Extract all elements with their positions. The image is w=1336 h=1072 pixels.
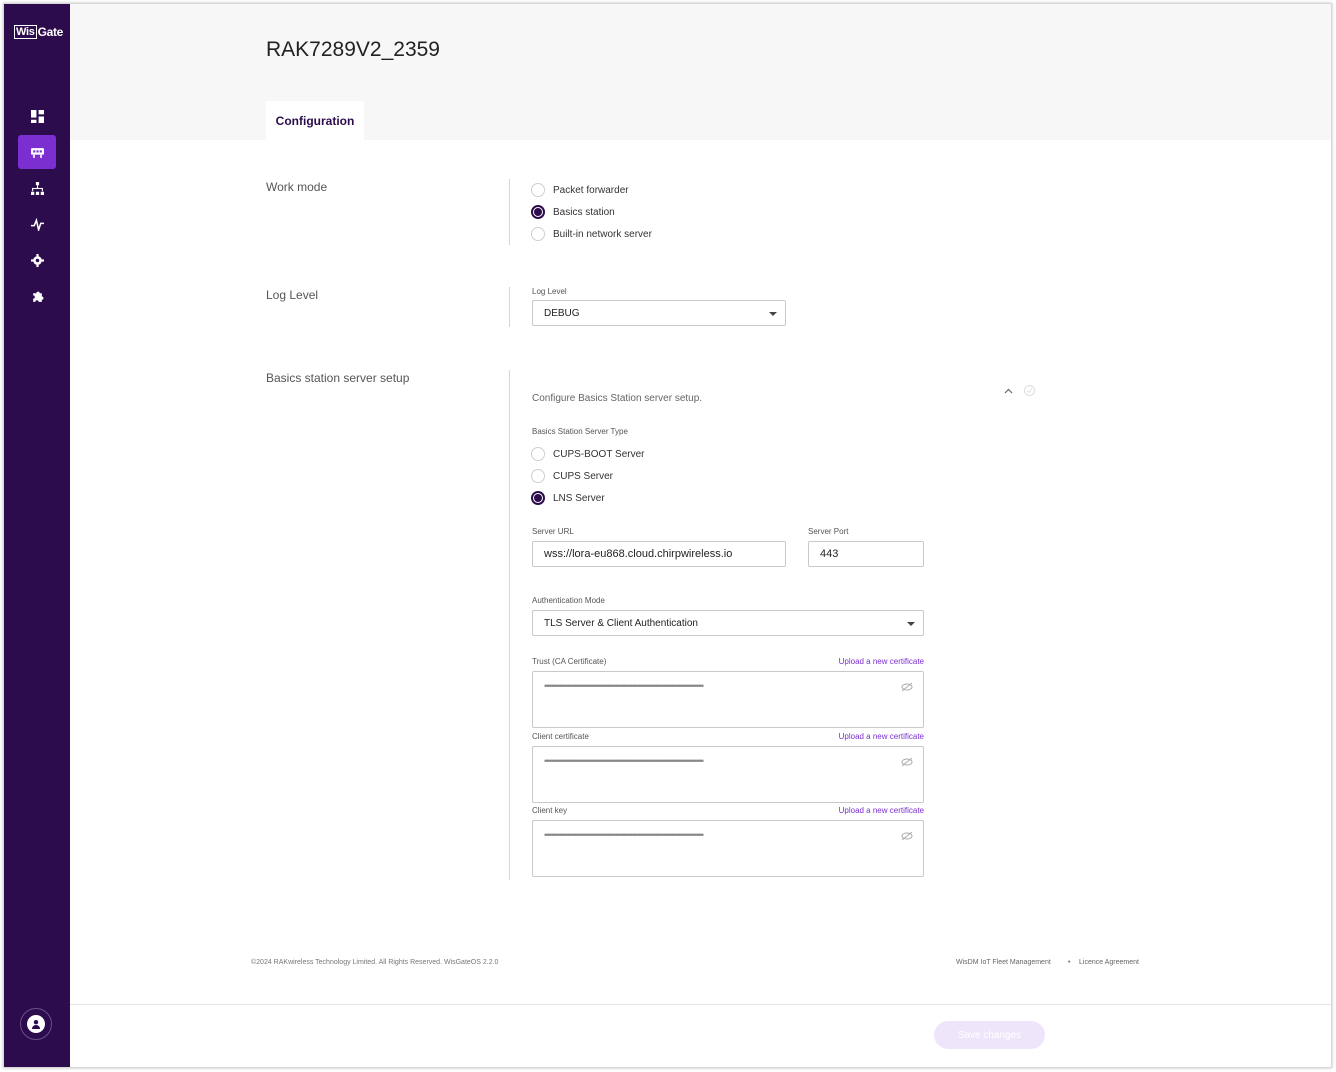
page-header: RAK7289V2_2359 Configuration [70, 4, 1331, 140]
server-url-value: wss://lora-eu868.cloud.chirpwireless.io [544, 548, 733, 560]
log-level-field-label: Log Level [532, 287, 567, 296]
basics-station-section-label: Basics station server setup [266, 371, 410, 385]
radio-circle[interactable] [531, 469, 545, 483]
nav-activity[interactable] [18, 207, 56, 241]
nav-extensions[interactable] [18, 279, 56, 313]
user-avatar[interactable] [20, 1008, 52, 1040]
masked-value: ••••••••••••••••••••••••••••••••••••••••… [544, 681, 704, 691]
radio-label: Built-in network server [553, 228, 652, 240]
user-icon [27, 1015, 45, 1033]
log-level-value: DEBUG [544, 307, 580, 319]
chevron-down-icon [769, 312, 777, 316]
upload-trust-link[interactable]: Upload a new certificate [804, 657, 924, 666]
radio-cups-boot-server[interactable]: CUPS-BOOT Server [531, 447, 645, 461]
server-port-label: Server Port [808, 527, 849, 536]
radio-lns-server[interactable]: LNS Server [531, 491, 605, 505]
radio-label: CUPS Server [553, 470, 614, 482]
server-port-input[interactable]: 443 [808, 541, 924, 567]
settings-icon [30, 253, 44, 267]
upload-client-key-link[interactable]: Upload a new certificate [804, 806, 924, 815]
divider [509, 179, 510, 245]
logo-text: Gate [37, 25, 64, 39]
nav-dashboard[interactable] [18, 99, 56, 133]
radio-label: Packet forwarder [553, 184, 629, 196]
server-url-input[interactable]: wss://lora-eu868.cloud.chirpwireless.io [532, 541, 786, 567]
masked-value: ••••••••••••••••••••••••••••••••••••••••… [544, 756, 704, 766]
network-icon [30, 181, 44, 195]
radio-label: Basics station [553, 206, 615, 218]
activity-icon [30, 217, 44, 231]
trust-label: Trust (CA Certificate) [532, 657, 607, 666]
check-circle-icon [1024, 385, 1035, 396]
radio-built-in-network-server[interactable]: Built-in network server [531, 227, 652, 241]
bottom-divider [70, 1004, 1331, 1005]
wisdm-link[interactable]: WisDM IoT Fleet Management [956, 959, 1051, 966]
eye-off-icon[interactable] [901, 831, 913, 841]
eye-off-icon[interactable] [901, 757, 913, 767]
sidebar: Wis Gate [4, 4, 70, 1067]
logo-boxed-text: Wis [14, 25, 37, 39]
trust-certificate-field[interactable]: ••••••••••••••••••••••••••••••••••••••••… [532, 671, 924, 728]
licence-link[interactable]: Licence Agreement [1079, 959, 1139, 966]
tab-configuration[interactable]: Configuration [266, 101, 364, 140]
client-cert-label: Client certificate [532, 732, 589, 741]
logo: Wis Gate [14, 24, 63, 40]
radio-label: CUPS-BOOT Server [553, 448, 645, 460]
chevron-down-icon [907, 622, 915, 626]
client-key-label: Client key [532, 806, 568, 815]
server-url-label: Server URL [532, 527, 574, 536]
eye-off-icon[interactable] [901, 682, 913, 692]
save-changes-button[interactable]: Save changes [934, 1021, 1045, 1049]
radio-circle[interactable] [531, 183, 545, 197]
radio-packet-forwarder[interactable]: Packet forwarder [531, 183, 629, 197]
log-level-section-label: Log Level [266, 288, 319, 302]
copyright-text: ©2024 RAKwireless Technology Limited. Al… [251, 959, 499, 966]
server-port-value: 443 [820, 548, 839, 560]
radio-circle[interactable] [531, 227, 545, 241]
radio-label: LNS Server [553, 492, 605, 504]
chevron-up-icon[interactable] [1004, 388, 1013, 394]
radio-circle[interactable] [531, 491, 545, 505]
nav-settings[interactable] [18, 243, 56, 277]
upload-client-cert-link[interactable]: Upload a new certificate [804, 732, 924, 741]
radio-circle[interactable] [531, 447, 545, 461]
client-key-field[interactable]: ••••••••••••••••••••••••••••••••••••••••… [532, 820, 924, 877]
work-mode-label: Work mode [266, 180, 328, 194]
divider [509, 370, 510, 880]
auth-mode-select[interactable]: TLS Server & Client Authentication [532, 610, 924, 636]
dashboard-icon [30, 109, 44, 123]
radio-basics-station[interactable]: Basics station [531, 205, 615, 219]
nav-network[interactable] [18, 171, 56, 205]
server-type-label: Basics Station Server Type [532, 427, 628, 436]
basics-station-helper-text: Configure Basics Station server setup. [532, 393, 703, 404]
divider [509, 287, 510, 327]
auth-mode-label: Authentication Mode [532, 596, 605, 605]
gateway-icon [30, 147, 44, 158]
extensions-icon [32, 291, 43, 302]
footer-separator: • [1068, 959, 1071, 966]
page-title: RAK7289V2_2359 [266, 38, 440, 61]
masked-value: ••••••••••••••••••••••••••••••••••••••••… [544, 830, 704, 840]
radio-circle[interactable] [531, 205, 545, 219]
auth-mode-value: TLS Server & Client Authentication [544, 617, 698, 629]
radio-cups-server[interactable]: CUPS Server [531, 469, 613, 483]
nav-gateway[interactable] [18, 135, 56, 169]
log-level-select[interactable]: DEBUG [532, 300, 786, 326]
client-certificate-field[interactable]: ••••••••••••••••••••••••••••••••••••••••… [532, 746, 924, 803]
app-window: Wis Gate RAK7289V2_2359 Configuration Wo… [3, 3, 1332, 1068]
